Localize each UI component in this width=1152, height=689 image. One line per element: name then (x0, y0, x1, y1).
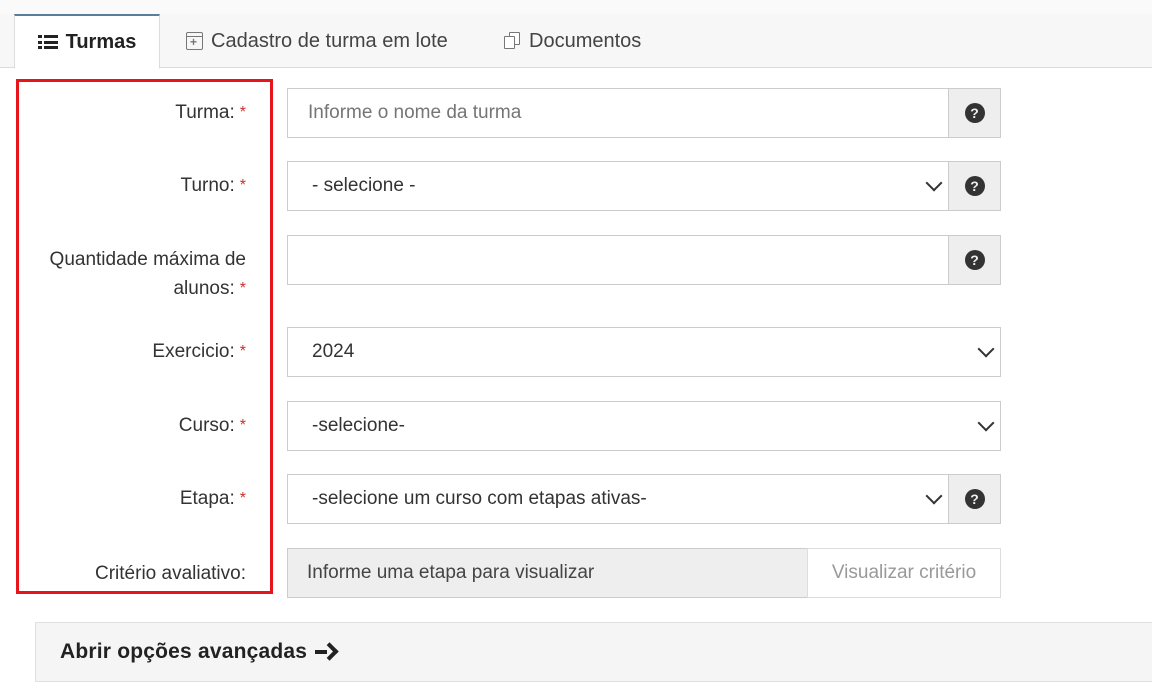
criterio-label: Critério avaliativo: (95, 563, 246, 584)
tab-turmas[interactable]: Turmas (14, 14, 160, 69)
tab-cadastro-lote-label: Cadastro de turma em lote (211, 29, 448, 52)
turma-label: Turma: * (175, 102, 246, 123)
tab-documentos-label: Documentos (529, 29, 642, 52)
curso-selected: -selecione- (312, 415, 405, 436)
calendar-plus-icon (186, 32, 203, 50)
quantidade-help-button[interactable]: ? (948, 236, 1000, 284)
etapa-select[interactable]: -selecione um curso com etapas ativas- (288, 475, 948, 523)
turno-label: Turno: * (180, 175, 246, 196)
exercicio-label: Exercicio: * (152, 341, 246, 362)
turma-field: ? (287, 88, 1001, 138)
tab-documentos[interactable]: Documentos (503, 14, 641, 68)
turno-help-button[interactable]: ? (948, 162, 1000, 210)
turma-help-button[interactable]: ? (948, 89, 1000, 137)
top-strip (0, 0, 1152, 15)
exercicio-selected: 2024 (312, 341, 355, 362)
help-icon: ? (964, 250, 985, 270)
chevron-down-icon (977, 414, 995, 432)
turno-selected: - selecione - (312, 175, 416, 196)
etapa-label: Etapa: * (179, 488, 246, 509)
advanced-options-label: Abrir opções avançadas (60, 640, 308, 663)
turno-select[interactable]: - selecione - (288, 162, 948, 210)
tab-turmas-label: Turmas (65, 30, 137, 53)
help-icon: ? (964, 176, 985, 196)
chevron-down-icon (925, 174, 943, 192)
visualizar-criterio-button[interactable]: Visualizar critério (807, 548, 1001, 598)
quantidade-field: ? (287, 235, 1001, 285)
turma-input[interactable] (288, 89, 948, 137)
chevron-down-icon (977, 340, 995, 358)
etapa-help-button[interactable]: ? (948, 475, 1000, 523)
tab-bar: Turmas Cadastro de turma em lote Documen… (0, 14, 1152, 69)
help-icon: ? (964, 489, 985, 509)
exercicio-select[interactable]: 2024 (287, 327, 1001, 377)
turno-field: - selecione - ? (287, 161, 1001, 211)
etapa-selected: -selecione um curso com etapas ativas- (312, 488, 647, 509)
quantidade-input[interactable] (288, 236, 948, 284)
etapa-field: -selecione um curso com etapas ativas- ? (287, 474, 1001, 524)
chevron-down-icon (925, 487, 943, 505)
criterio-display: Informe uma etapa para visualizar (287, 548, 808, 598)
advanced-options-toggle[interactable]: Abrir opções avançadas (35, 622, 1152, 682)
curso-label: Curso: * (178, 415, 246, 436)
arrow-right-icon (315, 644, 333, 660)
list-icon (37, 35, 58, 49)
curso-select[interactable]: -selecione- (287, 401, 1001, 451)
help-icon: ? (964, 103, 985, 123)
quantidade-label: Quantidade máxima de alunos: * (49, 249, 246, 299)
tab-cadastro-lote[interactable]: Cadastro de turma em lote (186, 14, 448, 68)
documents-icon (503, 32, 521, 50)
